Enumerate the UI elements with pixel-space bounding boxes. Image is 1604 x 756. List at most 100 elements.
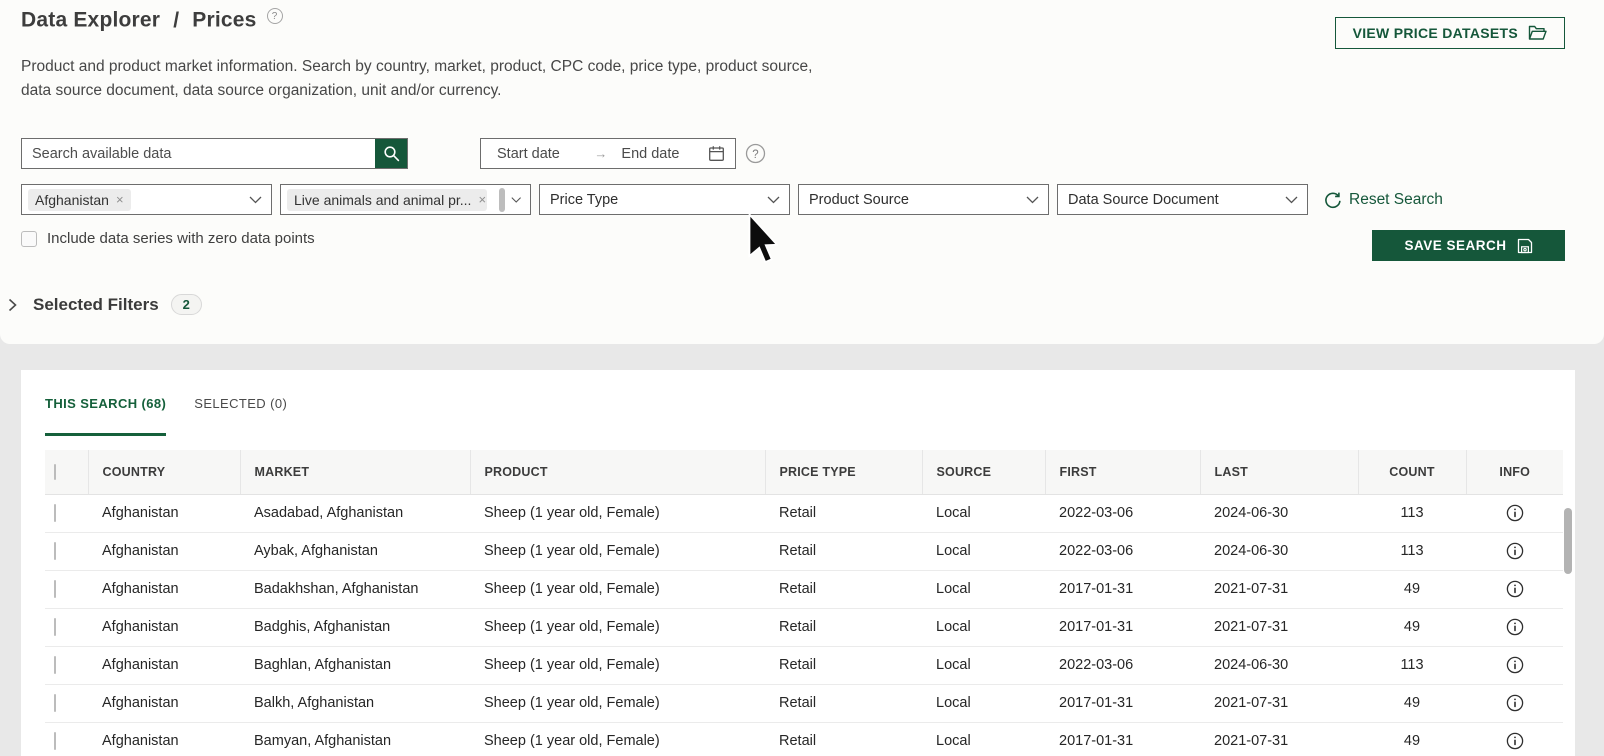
column-header-first[interactable]: FIRST <box>1045 450 1200 494</box>
row-info-button[interactable] <box>1506 656 1524 674</box>
table-row[interactable]: Afghanistan Bamyan, Afghanistan Sheep (1… <box>45 722 1563 756</box>
table-row[interactable]: Afghanistan Badghis, Afghanistan Sheep (… <box>45 608 1563 646</box>
column-header-source[interactable]: SOURCE <box>922 450 1045 494</box>
cell-product: Sheep (1 year old, Female) <box>470 646 765 684</box>
date-range-arrow-icon: → <box>594 146 607 161</box>
search-box <box>21 138 408 169</box>
column-header-product[interactable]: PRODUCT <box>470 450 765 494</box>
column-header-market[interactable]: MARKET <box>240 450 470 494</box>
column-header-info[interactable]: INFO <box>1466 450 1563 494</box>
include-zero-checkbox[interactable] <box>21 231 37 247</box>
cell-first-date: 2022-03-06 <box>1045 532 1200 570</box>
cell-last-date: 2024-06-30 <box>1200 532 1358 570</box>
table-row[interactable]: Afghanistan Balkh, Afghanistan Sheep (1 … <box>45 684 1563 722</box>
data-source-document-select[interactable]: Data Source Document <box>1057 184 1308 215</box>
cell-source: Local <box>922 646 1045 684</box>
cell-country: Afghanistan <box>88 646 240 684</box>
cell-source: Local <box>922 532 1045 570</box>
description-line-1: Product and product market information. … <box>21 58 812 75</box>
cell-count: 49 <box>1358 684 1466 722</box>
start-date-field[interactable]: Start date <box>497 146 560 162</box>
table-row[interactable]: Afghanistan Badakhshan, Afghanistan Shee… <box>45 570 1563 608</box>
chip-overflow-scrollbar[interactable] <box>499 188 505 212</box>
country-chip-remove-icon[interactable]: × <box>116 192 124 207</box>
title-help-icon[interactable]: ? <box>267 8 283 24</box>
table-row[interactable]: Afghanistan Aybak, Afghanistan Sheep (1 … <box>45 532 1563 570</box>
table-vertical-scrollbar[interactable] <box>1564 508 1572 574</box>
row-checkbox[interactable] <box>54 542 56 560</box>
cell-country: Afghanistan <box>88 684 240 722</box>
cell-product: Sheep (1 year old, Female) <box>470 532 765 570</box>
row-info-button[interactable] <box>1506 732 1524 750</box>
row-info-button[interactable] <box>1506 694 1524 712</box>
cell-source: Local <box>922 722 1045 756</box>
date-range-picker[interactable]: Start date → End date <box>480 138 736 169</box>
tab-this-search[interactable]: THIS SEARCH (68) <box>45 396 166 436</box>
price-table-header: COUNTRY MARKET PRODUCT PRICE TYPE SOURCE… <box>45 450 1563 494</box>
cell-first-date: 2017-01-31 <box>1045 608 1200 646</box>
country-filter-select[interactable]: Afghanistan × <box>21 184 272 215</box>
price-type-select[interactable]: Price Type <box>539 184 790 215</box>
column-header-country[interactable]: COUNTRY <box>88 450 240 494</box>
cell-last-date: 2024-06-30 <box>1200 494 1358 532</box>
save-icon <box>1517 238 1533 254</box>
cell-price-type: Retail <box>765 722 922 756</box>
reset-search-label: Reset Search <box>1349 191 1443 209</box>
save-search-label: SAVE SEARCH <box>1404 238 1506 253</box>
reset-icon <box>1324 191 1342 209</box>
row-info-button[interactable] <box>1506 542 1524 560</box>
search-button[interactable] <box>375 139 407 168</box>
tab-selected[interactable]: SELECTED (0) <box>194 396 287 436</box>
reset-search-link[interactable]: Reset Search <box>1324 191 1443 209</box>
selected-filters-count-badge: 2 <box>171 294 202 315</box>
row-checkbox[interactable] <box>54 656 56 674</box>
cell-first-date: 2017-01-31 <box>1045 722 1200 756</box>
include-zero-label: Include data series with zero data point… <box>47 230 315 247</box>
cell-price-type: Retail <box>765 570 922 608</box>
cell-last-date: 2021-07-31 <box>1200 722 1358 756</box>
selected-filters-row[interactable]: Selected Filters 2 <box>8 294 202 315</box>
price-table-wrap: COUNTRY MARKET PRODUCT PRICE TYPE SOURCE… <box>45 450 1563 756</box>
save-search-button[interactable]: SAVE SEARCH <box>1372 230 1565 261</box>
column-header-count[interactable]: COUNT <box>1358 450 1466 494</box>
cell-market: Baghlan, Afghanistan <box>240 646 470 684</box>
cell-first-date: 2022-03-06 <box>1045 494 1200 532</box>
product-filter-select[interactable]: Live animals and animal pr... × <box>280 184 531 215</box>
cell-first-date: 2017-01-31 <box>1045 684 1200 722</box>
cell-market: Badghis, Afghanistan <box>240 608 470 646</box>
product-chip-remove-icon[interactable]: × <box>478 192 486 207</box>
row-info-button[interactable] <box>1506 504 1524 522</box>
info-icon <box>1506 732 1524 750</box>
row-checkbox[interactable] <box>54 580 56 598</box>
row-checkbox[interactable] <box>54 694 56 712</box>
cell-price-type: Retail <box>765 532 922 570</box>
price-table-body: Afghanistan Asadabad, Afghanistan Sheep … <box>45 494 1563 756</box>
data-explorer-page: Data Explorer / Prices ? VIEW PRICE DATA… <box>0 0 1604 756</box>
select-all-checkbox[interactable] <box>54 464 56 480</box>
product-source-select[interactable]: Product Source <box>798 184 1049 215</box>
row-checkbox[interactable] <box>54 732 56 750</box>
view-price-datasets-button[interactable]: VIEW PRICE DATASETS <box>1335 17 1565 49</box>
chevron-down-icon <box>767 196 780 204</box>
cell-source: Local <box>922 684 1045 722</box>
price-type-placeholder: Price Type <box>546 192 618 208</box>
cell-country: Afghanistan <box>88 722 240 756</box>
row-checkbox[interactable] <box>54 504 56 522</box>
info-icon <box>1506 542 1524 560</box>
end-date-field[interactable]: End date <box>621 146 679 162</box>
product-filter-chip-label: Live animals and animal pr... <box>294 192 471 208</box>
cell-last-date: 2021-07-31 <box>1200 684 1358 722</box>
search-input[interactable] <box>22 139 375 168</box>
row-checkbox[interactable] <box>54 618 56 636</box>
table-row[interactable]: Afghanistan Baghlan, Afghanistan Sheep (… <box>45 646 1563 684</box>
date-help-icon[interactable]: ? <box>745 143 766 164</box>
table-row[interactable]: Afghanistan Asadabad, Afghanistan Sheep … <box>45 494 1563 532</box>
cell-country: Afghanistan <box>88 570 240 608</box>
row-info-button[interactable] <box>1506 580 1524 598</box>
results-tabbar: THIS SEARCH (68) SELECTED (0) <box>45 396 287 436</box>
chevron-right-icon <box>8 298 17 312</box>
row-info-button[interactable] <box>1506 618 1524 636</box>
cell-price-type: Retail <box>765 494 922 532</box>
column-header-last[interactable]: LAST <box>1200 450 1358 494</box>
column-header-price-type[interactable]: PRICE TYPE <box>765 450 922 494</box>
